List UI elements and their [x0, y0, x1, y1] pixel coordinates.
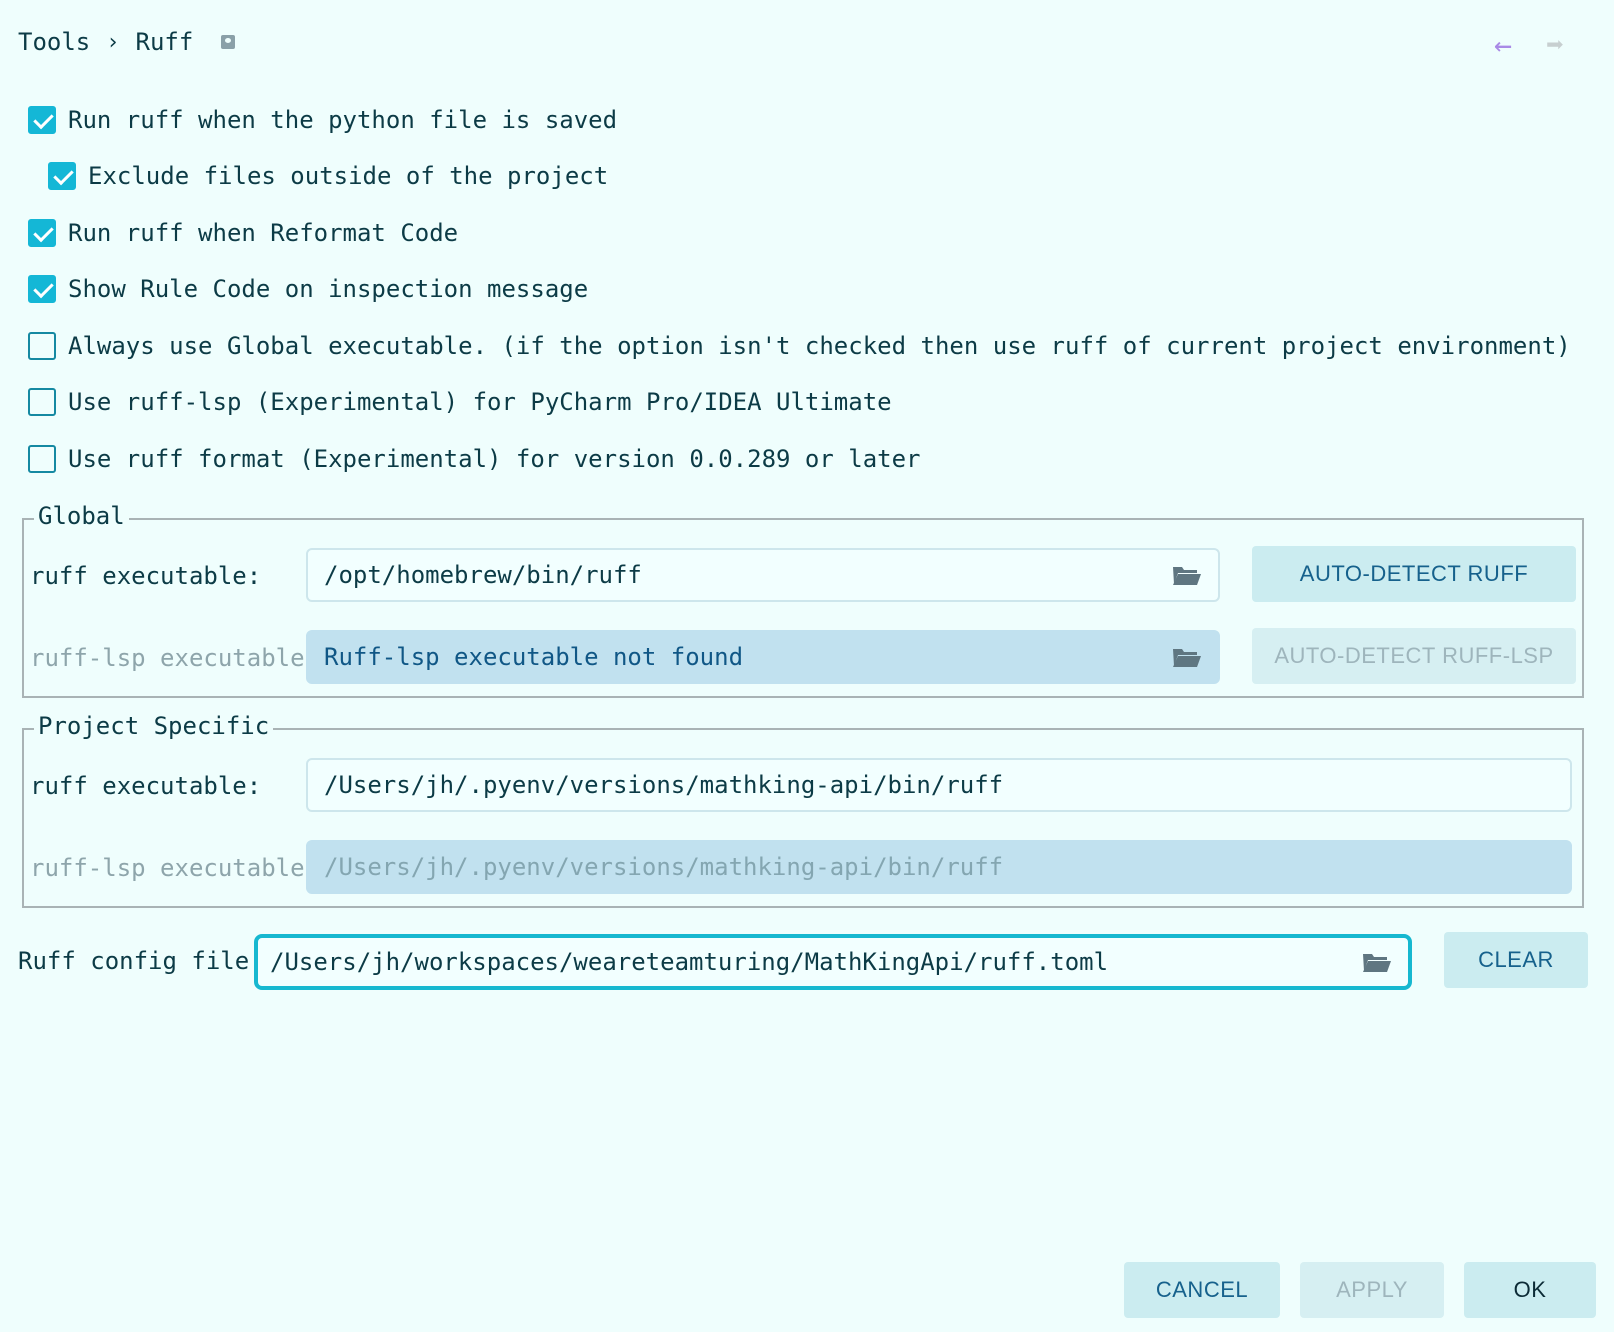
global-lsp-input[interactable]: Ruff-lsp executable not found — [306, 630, 1220, 684]
apply-button[interactable]: APPLY — [1300, 1262, 1444, 1318]
option-show-rule-code[interactable]: Show Rule Code on inspection message — [28, 275, 588, 303]
breadcrumb-tools[interactable]: Tools — [18, 28, 90, 56]
config-label: Ruff config file — [18, 947, 250, 975]
global-ruff-value: /opt/homebrew/bin/ruff — [324, 561, 642, 589]
checkbox[interactable] — [28, 332, 56, 360]
project-ruff-value: /Users/jh/.pyenv/versions/mathking-api/b… — [324, 771, 1004, 799]
arrow-left-icon[interactable]: ← — [1488, 28, 1518, 64]
config-file-value: /Users/jh/workspaces/weareteamturing/Mat… — [270, 948, 1109, 976]
cancel-button[interactable]: CANCEL — [1124, 1262, 1280, 1318]
folder-open-icon[interactable] — [1362, 951, 1392, 973]
auto-detect-lsp-button[interactable]: AUTO-DETECT RUFF-LSP — [1252, 628, 1576, 684]
global-ruff-label: ruff executable: — [30, 562, 262, 590]
option-label: Show Rule Code on inspection message — [68, 275, 589, 303]
project-ruff-label: ruff executable: — [30, 772, 262, 800]
checkbox[interactable] — [28, 106, 56, 134]
folder-open-icon[interactable] — [1172, 564, 1202, 586]
checkbox[interactable] — [48, 162, 76, 190]
option-run-on-save[interactable]: Run ruff when the python file is saved — [28, 106, 617, 134]
global-lsp-label: ruff-lsp executable — [30, 644, 305, 672]
checkbox[interactable] — [28, 388, 56, 416]
project-lsp-value: /Users/jh/.pyenv/versions/mathking-api/b… — [324, 853, 1004, 881]
global-group-title: Global — [34, 502, 129, 530]
global-ruff-input[interactable]: /opt/homebrew/bin/ruff — [306, 548, 1220, 602]
option-label: Always use Global executable. (if the op… — [68, 332, 1571, 360]
checkbox[interactable] — [28, 219, 56, 247]
option-exclude-outside[interactable]: Exclude files outside of the project — [48, 162, 608, 190]
project-lsp-label: ruff-lsp executable — [30, 854, 305, 882]
navigation-arrows: ← ➡ — [1488, 28, 1570, 64]
folder-open-icon[interactable] — [1172, 646, 1202, 668]
project-scope-icon — [221, 35, 236, 49]
project-ruff-input[interactable]: /Users/jh/.pyenv/versions/mathking-api/b… — [306, 758, 1572, 812]
arrow-right-icon[interactable]: ➡ — [1540, 28, 1570, 64]
project-group-title: Project Specific — [34, 712, 274, 740]
option-label: Exclude files outside of the project — [88, 162, 609, 190]
breadcrumb-ruff: Ruff — [135, 28, 194, 56]
config-file-input[interactable]: /Users/jh/workspaces/weareteamturing/Mat… — [254, 934, 1412, 990]
ok-button[interactable]: OK — [1464, 1262, 1596, 1318]
clear-button[interactable]: CLEAR — [1444, 932, 1588, 988]
option-run-on-reformat[interactable]: Run ruff when Reformat Code — [28, 219, 458, 247]
auto-detect-ruff-button[interactable]: AUTO-DETECT RUFF — [1252, 546, 1576, 602]
option-label: Use ruff-lsp (Experimental) for PyCharm … — [68, 388, 892, 416]
project-lsp-input: /Users/jh/.pyenv/versions/mathking-api/b… — [306, 840, 1572, 894]
breadcrumb: Tools › Ruff — [18, 22, 236, 62]
checkbox[interactable] — [28, 445, 56, 473]
option-label: Use ruff format (Experimental) for versi… — [68, 445, 921, 473]
checkbox[interactable] — [28, 275, 56, 303]
global-lsp-value: Ruff-lsp executable not found — [324, 643, 744, 671]
option-ruff-format[interactable]: Use ruff format (Experimental) for versi… — [28, 445, 921, 473]
option-label: Run ruff when the python file is saved — [68, 106, 618, 134]
option-global-executable[interactable]: Always use Global executable. (if the op… — [28, 332, 1571, 360]
breadcrumb-separator: › — [106, 29, 120, 55]
option-label: Run ruff when Reformat Code — [68, 219, 459, 247]
option-ruff-lsp[interactable]: Use ruff-lsp (Experimental) for PyCharm … — [28, 388, 892, 416]
